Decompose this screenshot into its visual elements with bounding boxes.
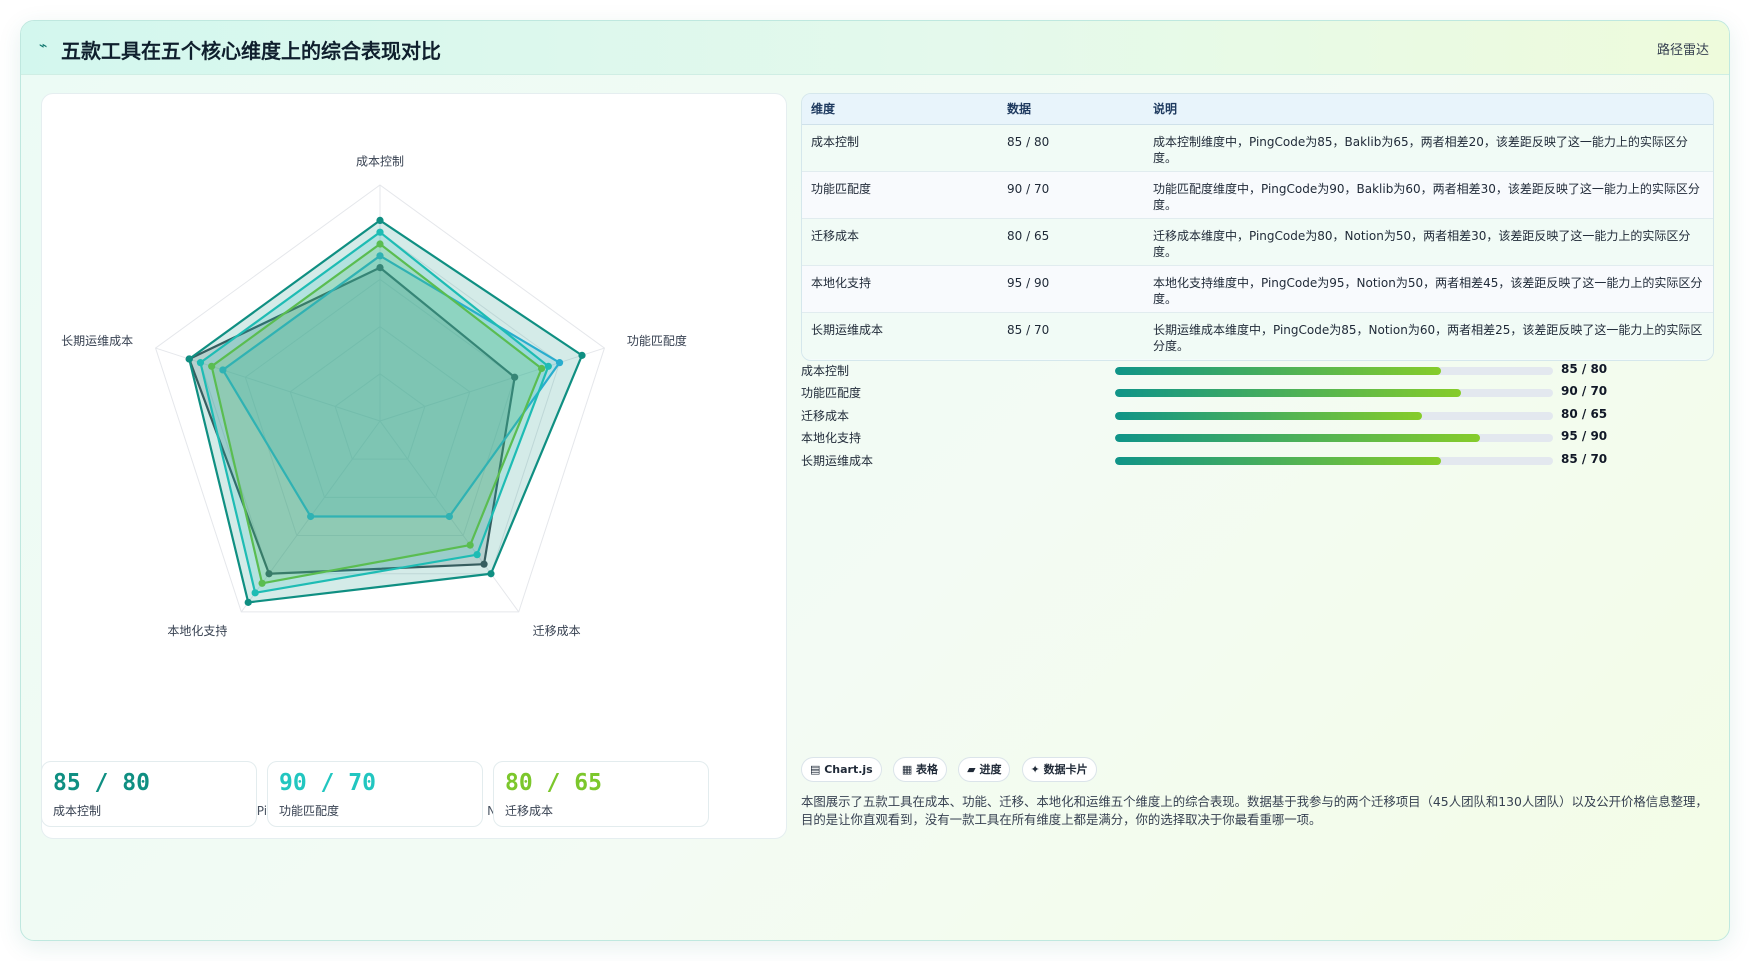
- table-row: 本地化支持 95 / 90 本地化支持维度中，PingCode为95，Notio…: [802, 265, 1713, 313]
- progress-label: 成本控制: [801, 364, 850, 378]
- table-cell-data: 80 / 65: [998, 218, 1144, 266]
- table-cell-data: 85 / 80: [998, 124, 1144, 172]
- data-point: [376, 216, 384, 224]
- table-cell-description: 成本控制维度中，PingCode为85，Baklib为65，两者相差20，该差距…: [1144, 124, 1713, 172]
- table-row: 长期运维成本 85 / 70 长期运维成本维度中，PingCode为85，Not…: [802, 312, 1713, 359]
- progress-label: 长期运维成本: [801, 453, 874, 468]
- table-cell-dimension: 迁移成本: [802, 218, 998, 266]
- progress-fill: [1115, 434, 1480, 443]
- chart-type-tag: 路径雷达: [1656, 43, 1709, 58]
- table-cell-description: 长期运维成本维度中，PingCode为85，Notion为60，两者相差25，该…: [1153, 322, 1703, 353]
- table-row: 成本控制 85 / 80 成本控制维度中，PingCode为85，Baklib为…: [802, 124, 1713, 172]
- chip-progress[interactable]: ▰ 进度: [958, 757, 1011, 782]
- progress-list: 成本控制 85 / 80 功能匹配度 90 / 70 迁移成本 80 / 65 …: [801, 359, 1714, 471]
- table-cell-dimension: 本地化支持: [802, 265, 998, 313]
- dashboard-panel: ⌁ 五款工具在五个核心维度上的综合表现对比 路径雷达 成本控制 功能匹配度 迁移成本…: [20, 20, 1730, 941]
- progress-value: 80 / 65: [1561, 406, 1608, 421]
- data-point: [487, 570, 495, 578]
- progress-fill: [1115, 456, 1442, 465]
- progress-fill: [1115, 367, 1442, 375]
- axis-label: 本地化支持: [167, 623, 227, 638]
- progress-label: 迁移成本: [801, 408, 850, 423]
- data-point: [185, 355, 193, 363]
- progress-value: 85 / 70: [1561, 451, 1608, 466]
- series-area: [188, 219, 584, 604]
- progress-row: 长期运维成本 85 / 70: [801, 449, 1714, 471]
- stat-value: 90 / 70: [279, 770, 376, 796]
- table-header-row: 维度 数据 说明: [802, 94, 1713, 125]
- progress-fill: [1115, 411, 1423, 420]
- progress-value: 85 / 80: [1561, 362, 1608, 376]
- table-row: 迁移成本 80 / 65 迁移成本维度中，PingCode为80，Notion为…: [802, 218, 1713, 266]
- table-row: 功能匹配度 90 / 70 功能匹配度维度中，PingCode为90，Bakli…: [802, 171, 1713, 219]
- header: ⌁ 五款工具在五个核心维度上的综合表现对比 路径雷达: [21, 21, 1729, 75]
- chart-description: 本图展示了五款工具在成本、功能、迁移、本地化和运维五个维度上的综合表现。数据基于…: [801, 794, 1708, 827]
- table-cell-dimension: 长期运维成本: [811, 322, 884, 337]
- progress-row: 成本控制 85 / 80: [801, 359, 1714, 381]
- progress-row: 迁移成本 80 / 65: [801, 404, 1714, 426]
- stat-label: 成本控制: [53, 804, 102, 818]
- table-cell-description: 本地化支持维度中，PingCode为95，Notion为50，两者相差45，该差…: [1144, 265, 1713, 313]
- page-title: 五款工具在五个核心维度上的综合表现对比: [61, 39, 441, 63]
- table-header-data: 数据: [998, 94, 1144, 125]
- table-header-description: 说明: [1144, 94, 1713, 125]
- view-switcher: ▤ Chart.js ▦ 表格 ▰ 进度 ✦ 数据卡片: [801, 757, 1103, 783]
- stat-label: 功能匹配度: [279, 804, 340, 818]
- axis-label: 长期运维成本: [61, 334, 133, 348]
- progress-value: 95 / 90: [1561, 429, 1608, 444]
- data-point: [578, 351, 586, 359]
- progress-row: 功能匹配度 90 / 70: [801, 381, 1714, 403]
- data-table-card: 维度 数据 说明 成本控制 85 / 80 成本控制维度中，PingCode为8…: [801, 93, 1714, 361]
- stat-label: 迁移成本: [505, 804, 554, 818]
- progress-track: [1115, 434, 1553, 443]
- table-cell-description: 功能匹配度维度中，PingCode为90，Baklib为60，两者相差30，该差…: [1144, 171, 1713, 219]
- table-cell-dimension: 功能匹配度: [802, 171, 998, 219]
- table-header-dimension: 维度: [802, 94, 998, 125]
- progress-track: [1115, 367, 1553, 375]
- axis-label: 迁移成本: [533, 624, 581, 638]
- data-table: 维度 数据 说明 成本控制 85 / 80 成本控制维度中，PingCode为8…: [802, 94, 1713, 359]
- table-cell-description: 迁移成本维度中，PingCode为80，Notion为50，两者相差30，该差距…: [1144, 218, 1713, 266]
- stat-card: 80 / 65 迁移成本: [493, 761, 709, 827]
- stat-card: 90 / 70 功能匹配度: [267, 761, 483, 827]
- table-cell-dimension: 成本控制: [802, 124, 998, 172]
- stat-value: 85 / 80: [53, 770, 150, 796]
- chip-data-cards[interactable]: ✦ 数据卡片: [1021, 757, 1097, 782]
- stat-card: 85 / 80 成本控制: [41, 761, 257, 827]
- line-chart-icon: ⌁: [39, 38, 48, 54]
- table-cell-data: 85 / 70: [1007, 322, 1050, 337]
- progress-label: 本地化支持: [801, 431, 862, 446]
- progress-track: [1115, 411, 1553, 420]
- progress-track: [1115, 389, 1553, 398]
- progress-row: 本地化支持 95 / 90: [801, 426, 1714, 448]
- chip-chartjs[interactable]: ▤ Chart.js: [801, 757, 882, 782]
- progress-label: 功能匹配度: [801, 386, 862, 401]
- progress-track: [1115, 456, 1553, 465]
- progress-value: 90 / 70: [1561, 384, 1608, 399]
- table-cell-data: 95 / 90: [998, 265, 1144, 313]
- axis-label: 成本控制: [356, 154, 404, 168]
- data-point: [244, 598, 252, 606]
- chip-table[interactable]: ▦ 表格: [892, 757, 948, 782]
- progress-fill: [1115, 389, 1462, 398]
- axis-label: 功能匹配度: [627, 333, 687, 348]
- stat-value: 80 / 65: [505, 770, 602, 796]
- radar-chart: 成本控制功能匹配度迁移成本 本地化支持 长期运维成本: [61, 154, 687, 638]
- table-cell-data: 90 / 70: [998, 171, 1144, 219]
- radar-chart-card: 成本控制功能匹配度迁移成本本地化支持长期运维成本 PingCode飞书知识库语雀…: [41, 93, 787, 839]
